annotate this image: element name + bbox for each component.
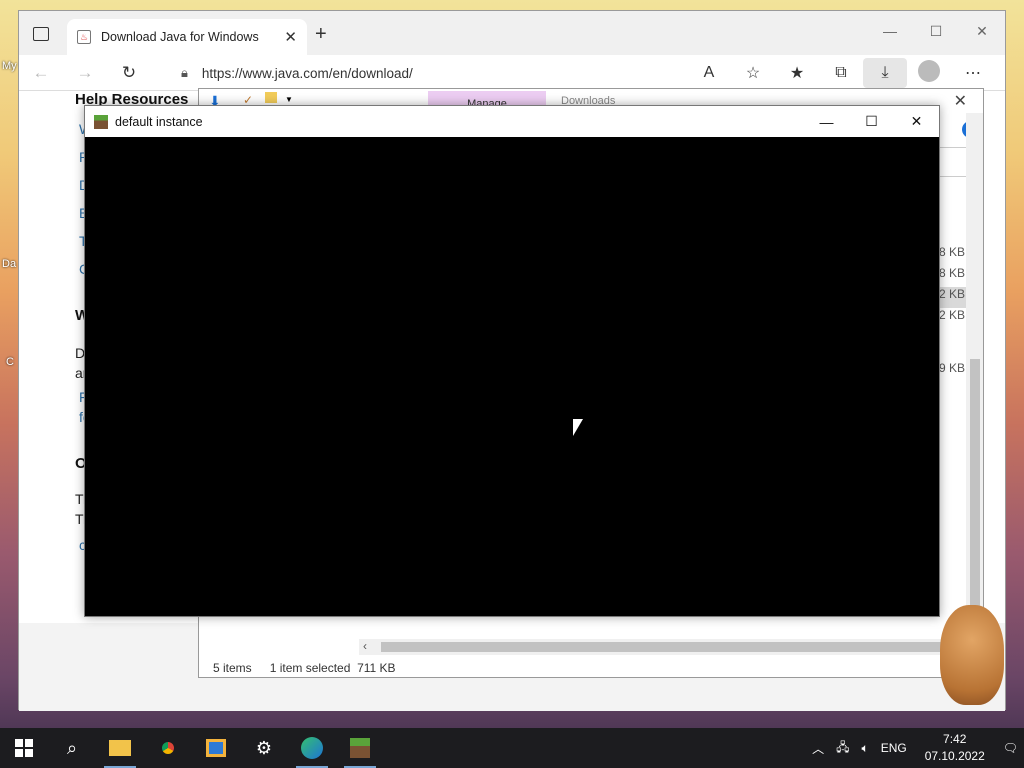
explorer-close-button[interactable]: ✕ [954,91,967,111]
close-window-button[interactable]: ✕ [959,11,1005,51]
scrollbar-thumb[interactable] [381,642,941,652]
clock-date: 07.10.2022 [924,749,985,763]
vertical-scrollbar[interactable] [966,113,983,643]
file-explorer-icon[interactable] [96,728,144,768]
item-count: 5 items [213,661,252,675]
selection-count: 1 item selected [269,661,351,675]
horizontal-scrollbar[interactable]: ‹ [359,639,967,655]
search-icon[interactable]: ⌕ [48,728,96,768]
java-favicon-icon: ♨ [77,30,91,44]
chrome-icon[interactable] [144,728,192,768]
chevron-down-icon[interactable]: ▼ [285,95,293,104]
add-favorite-icon[interactable]: ☆ [731,63,775,83]
folder-icon[interactable] [265,92,277,103]
start-button[interactable] [0,728,48,768]
downloads-icon[interactable]: ⤓ [863,58,907,88]
hamster-mascot-icon [940,605,1004,705]
more-menu-icon[interactable]: ⋯ [951,63,995,83]
instance-title: default instance [115,114,203,129]
browser-tab[interactable]: ♨ Download Java for Windows ✕ [67,19,307,55]
instance-window: default instance — ☐ ✕ [84,105,940,617]
windows-logo-icon [15,739,33,757]
profile-button[interactable] [907,59,951,87]
desktop-icon-label[interactable]: Da [2,258,16,270]
show-hidden-icons-icon[interactable]: ︿ [812,740,824,757]
desktop-icon-label[interactable]: C [6,356,14,368]
language-indicator[interactable]: ENG [881,741,907,755]
minimize-button[interactable]: — [804,114,849,130]
tab-title: Download Java for Windows [101,30,259,44]
scrollbar-thumb[interactable] [970,359,980,621]
notifications-icon[interactable]: 🗨︎ [1003,741,1018,755]
back-button[interactable]: ← [19,63,63,83]
favorites-icon[interactable]: ★ [775,63,819,83]
maximize-button[interactable]: ☐ [849,113,894,130]
minimize-button[interactable]: — [867,11,913,51]
settings-gear-icon[interactable]: ⚙ [240,728,288,768]
lock-icon[interactable]: 🔒︎ [181,65,188,81]
mouse-cursor-icon [573,419,583,436]
desktop-icon-label[interactable]: My [2,60,17,72]
collections-icon[interactable]: ⧉ [819,64,863,82]
close-button[interactable]: ✕ [894,113,939,130]
selection-size: 711 KB [357,661,396,675]
read-aloud-icon[interactable]: A [687,64,731,82]
tab-bar: ♨ Download Java for Windows ✕ + — ☐ ✕ [19,11,1005,55]
store-icon[interactable] [192,728,240,768]
tab-actions-icon[interactable] [33,27,49,41]
instance-titlebar[interactable]: default instance — ☐ ✕ [85,106,939,137]
maximize-button[interactable]: ☐ [913,11,959,51]
minecraft-icon[interactable] [336,728,384,768]
status-bar: 5 items 1 item selected 711 KB [213,661,396,675]
browser-toolbar: ← → ↻ 🔒︎ https://www.java.com/en/downloa… [19,55,1005,91]
minecraft-block-icon [94,114,108,129]
refresh-button[interactable]: ↻ [107,63,151,83]
close-tab-icon[interactable]: ✕ [284,28,297,46]
network-icon[interactable]: 🖧︎ [836,738,849,759]
clock[interactable]: 7:42 07.10.2022 [925,731,985,765]
url-text[interactable]: https://www.java.com/en/download/ [202,66,413,81]
system-tray: ︿ 🖧︎ 🔈︎ ENG 7:42 07.10.2022 🗨︎ [806,728,1024,768]
taskbar: ⌕ ⚙ ︿ 🖧︎ 🔈︎ ENG 7:42 07.10.2022 🗨︎ [0,728,1024,768]
avatar [918,59,940,82]
new-tab-button[interactable]: + [315,23,327,46]
clock-time: 7:42 [943,732,967,746]
game-canvas[interactable] [85,137,939,616]
volume-icon[interactable]: 🔈︎ [861,741,868,756]
forward-button[interactable]: → [63,63,107,83]
address-bar[interactable]: 🔒︎ https://www.java.com/en/download/ [167,58,682,88]
edge-icon[interactable] [288,728,336,768]
scroll-left-icon[interactable]: ‹ [363,639,367,653]
